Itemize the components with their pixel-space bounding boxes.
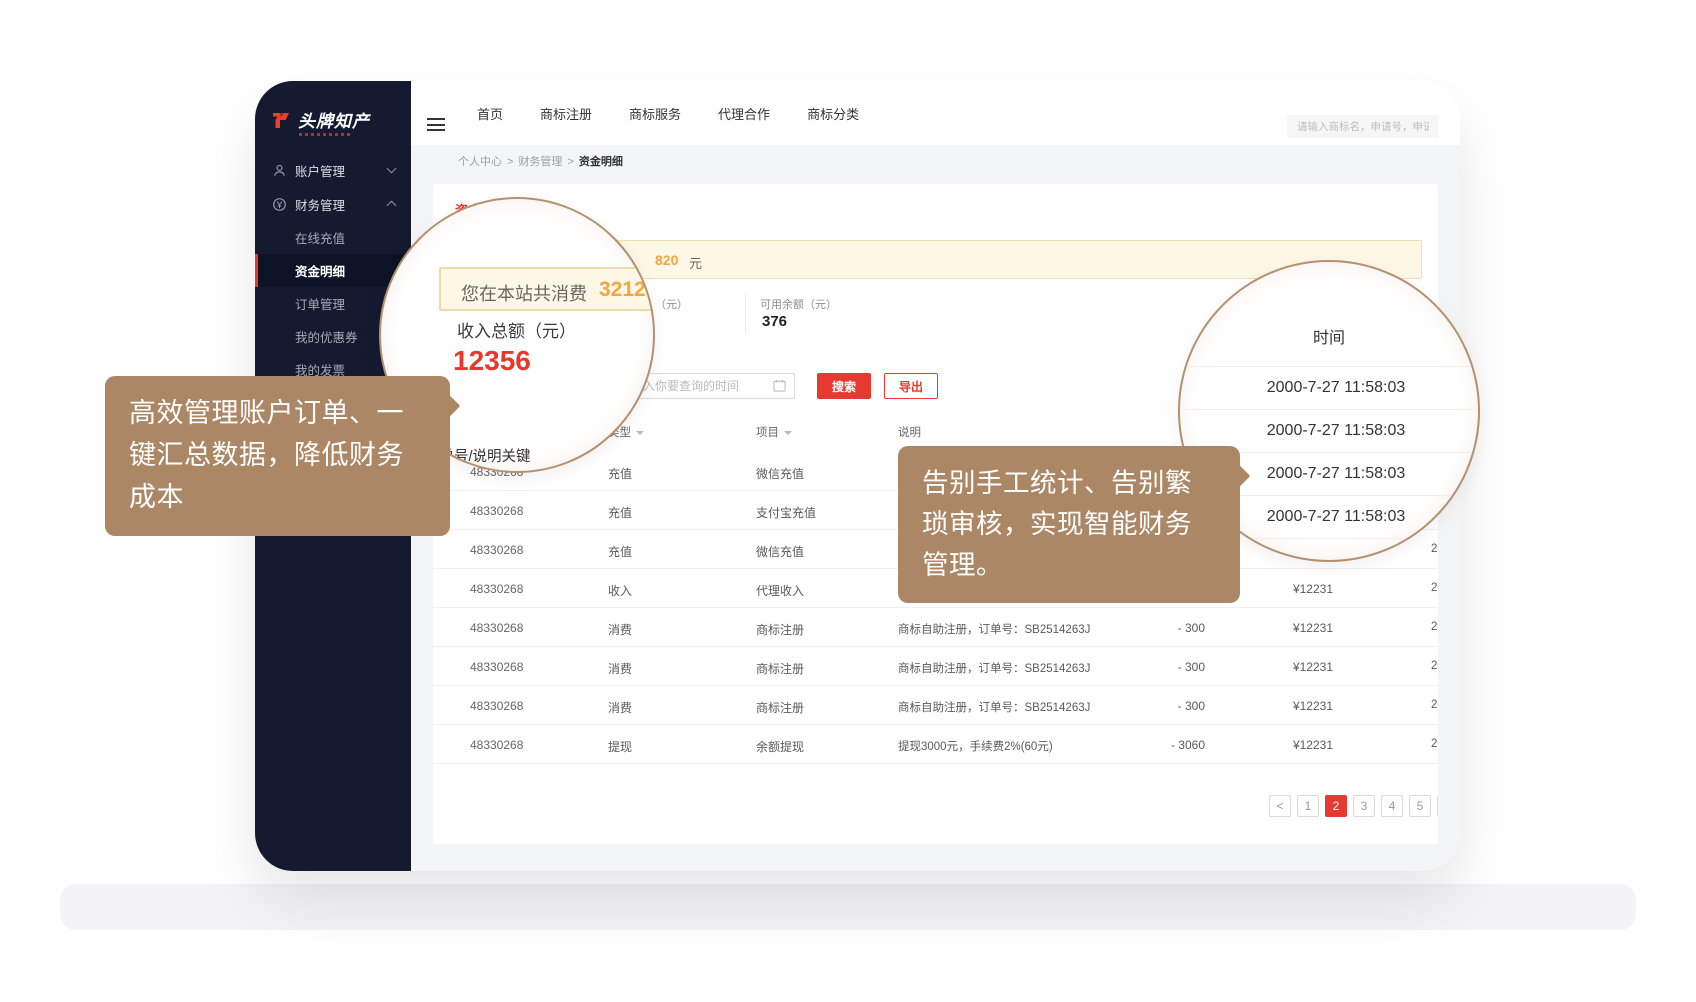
brand-logo-text: 头牌知产 [298, 107, 370, 132]
pagination-page-5[interactable]: 5 [1409, 795, 1431, 817]
breadcrumb: 个人中心 > 财务管理 > 资金明细 [458, 153, 623, 169]
income-total-label: 收入总额（元） [457, 317, 576, 342]
sidebar-item-online-recharge[interactable]: 在线充值 [255, 221, 411, 254]
brand-logo-icon [271, 110, 291, 130]
pagination-page-3[interactable]: 3 [1353, 795, 1375, 817]
nav-tab-home[interactable]: 首页 [477, 104, 503, 123]
nav-tab-trademark-register[interactable]: 商标注册 [540, 104, 592, 123]
user-icon [272, 163, 287, 178]
pagination: < 1 2 3 4 5 [1269, 795, 1438, 817]
breadcrumb-separator: > [507, 156, 513, 168]
breadcrumb-item[interactable]: 个人中心 [458, 156, 502, 168]
stat-balance-value: 376 [762, 313, 787, 330]
table-row[interactable]: 48330268提现余额提现提现3000元，手续费2%(60元)- 3060¥1… [433, 725, 1438, 764]
main-nav: 首页 商标注册 商标服务 代理合作 商标分类 [477, 81, 859, 145]
breadcrumb-current: 资金明细 [579, 156, 623, 168]
pagination-page-2[interactable]: 2 [1325, 795, 1347, 817]
callout-right: 告别手工统计、告别繁琐审核，实现智能财务管理。 [898, 446, 1240, 603]
breadcrumb-separator: > [567, 156, 573, 168]
sort-caret-icon [636, 431, 644, 435]
col-header-desc: 说明 [898, 424, 921, 440]
banner-unit: 元 [689, 253, 702, 272]
trademark-search-input[interactable] [1287, 115, 1439, 138]
table-row[interactable]: 48330268消费商标注册商标自助注册，订单号：SB2514263J- 300… [433, 647, 1438, 686]
logo[interactable]: 头牌知产 [271, 107, 370, 132]
sidebar-item-account[interactable]: 账户管理 [255, 153, 411, 187]
nav-tab-trademark-category[interactable]: 商标分类 [807, 104, 859, 123]
banner-amount: 820 [655, 252, 678, 268]
logo-tagline [299, 133, 351, 136]
laptop-base [60, 884, 1636, 930]
pagination-page-1[interactable]: 1 [1297, 795, 1319, 817]
magnified-banner-amount: 32124 [599, 278, 655, 302]
chevron-down-icon [387, 164, 397, 174]
pagination-page-4[interactable]: 4 [1381, 795, 1403, 817]
magnified-consumption-banner: 您在本站共消费 32124 [439, 267, 655, 311]
nav-tab-trademark-service[interactable]: 商标服务 [629, 104, 681, 123]
stat-expense-label-partial: （元） [655, 296, 688, 312]
time-cell: 2000-7-27 11:58:03 [1180, 366, 1478, 409]
table-row[interactable]: 48330268消费商标注册商标自助注册，订单号：SB2514263J- 300… [433, 686, 1438, 725]
income-total-value: 12356 [453, 345, 531, 377]
col-header-project[interactable]: 项目 [756, 424, 792, 440]
sidebar-item-finance[interactable]: 财务管理 [255, 187, 411, 221]
breadcrumb-item[interactable]: 财务管理 [518, 156, 562, 168]
topbar: 首页 商标注册 商标服务 代理合作 商标分类 [411, 81, 1460, 145]
calendar-icon [773, 379, 786, 392]
time-column-header: 时间 [1180, 324, 1478, 348]
hamburger-menu-icon[interactable] [427, 118, 445, 131]
export-button[interactable]: 导出 [884, 373, 938, 399]
stat-balance-label: 可用余额（元） [760, 296, 837, 312]
divider [745, 294, 746, 334]
search-button[interactable]: 搜索 [817, 373, 871, 399]
callout-left: 高效管理账户订单、一键汇总数据，降低财务成本 [105, 376, 450, 536]
finance-icon [272, 197, 287, 212]
table-row[interactable]: 48330268消费商标注册商标自助注册，订单号：SB2514263J- 300… [433, 608, 1438, 647]
chevron-up-icon [387, 201, 397, 211]
sort-caret-icon [784, 431, 792, 435]
nav-tab-agency[interactable]: 代理合作 [718, 104, 770, 123]
pagination-next-button[interactable] [1437, 795, 1438, 817]
sidebar-item-funds-detail[interactable]: 资金明细 [255, 254, 411, 287]
pagination-prev-button[interactable]: < [1269, 795, 1291, 817]
